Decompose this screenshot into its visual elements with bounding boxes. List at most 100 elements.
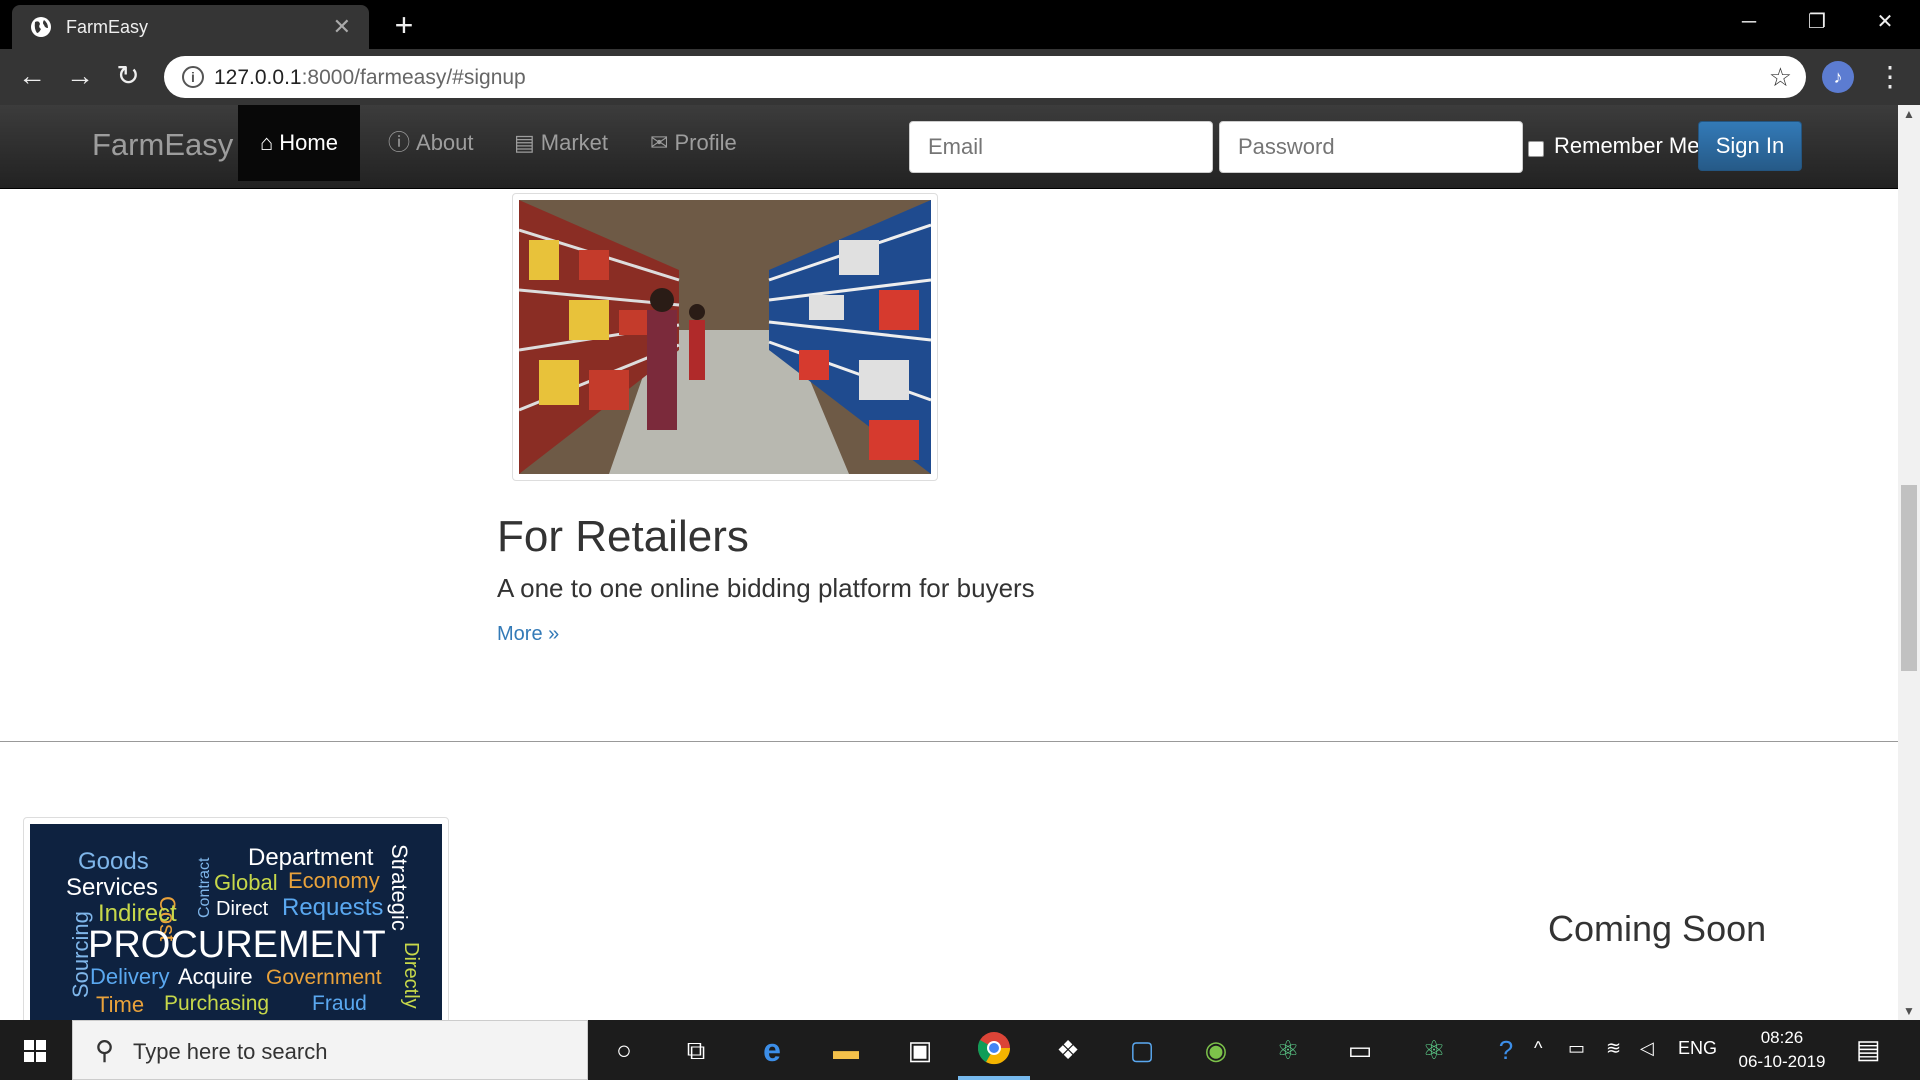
envelope-icon: ✉ (650, 130, 669, 155)
tray-chevron-icon[interactable]: ^ (1534, 1038, 1542, 1059)
url-text[interactable]: 127.0.0.1:8000/farmeasy/#signup (214, 66, 526, 90)
wifi-icon[interactable]: ≋ (1606, 1038, 1621, 1059)
volume-icon[interactable]: ◁ (1640, 1038, 1654, 1059)
nav-market[interactable]: ▤ Market (492, 105, 630, 181)
browser-tabstrip: FarmEasy ✕ + ─ ❐ ✕ (0, 0, 1920, 49)
minimize-button[interactable]: ─ (1716, 0, 1782, 44)
password-input[interactable] (1219, 121, 1523, 173)
word-fraud: Fraud (312, 992, 367, 1015)
scroll-down-icon[interactable]: ▼ (1898, 1002, 1920, 1020)
word-delivery: Delivery (90, 964, 170, 989)
retailers-more-link[interactable]: More » (497, 623, 559, 646)
nav-profile-label: Profile (674, 130, 737, 155)
chrome-active-indicator (958, 1076, 1030, 1080)
globe-icon (31, 17, 51, 37)
taskbar-clock[interactable]: 08:26 06-10-2019 (1730, 1026, 1834, 1074)
word-requests: Requests (282, 894, 384, 921)
retailers-heading: For Retailers (497, 512, 749, 561)
app-window-icon[interactable]: ▢ (1122, 1030, 1162, 1070)
bookmark-star-icon[interactable]: ☆ (1769, 62, 1792, 93)
brand-link[interactable]: FarmEasy (92, 127, 233, 163)
info-icon[interactable]: i (182, 66, 204, 88)
file-explorer-icon[interactable]: ▬ (826, 1030, 866, 1070)
remember-checkbox[interactable] (1528, 141, 1544, 157)
word-contract: Contract (196, 857, 213, 918)
nav-home-label: Home (279, 130, 338, 155)
profile-avatar[interactable]: ♪ (1822, 61, 1854, 93)
nav-about[interactable]: ⓘ About (366, 105, 496, 181)
word-procurement: PROCUREMENT (88, 924, 386, 966)
notification-icon[interactable]: ▤ (1856, 1034, 1881, 1065)
chrome-icon[interactable] (974, 1030, 1014, 1070)
remember-label: Remember Me (1554, 133, 1700, 158)
dropbox-icon[interactable]: ❖ (1048, 1030, 1088, 1070)
tab-title: FarmEasy (66, 16, 149, 37)
url-host: 127.0.0.1 (214, 66, 302, 89)
nav-profile[interactable]: ✉ Profile (628, 105, 759, 181)
supermarket-photo (519, 200, 931, 474)
nav-market-label: Market (540, 130, 609, 155)
reload-icon[interactable]: ↻ (108, 57, 148, 97)
restore-button[interactable]: ❐ (1784, 0, 1850, 44)
browser-tab[interactable]: FarmEasy ✕ (12, 5, 369, 49)
url-path: :8000/farmeasy/#signup (301, 66, 526, 89)
nav-about-label: About (416, 130, 474, 155)
info-circle-icon: ⓘ (388, 130, 411, 155)
coming-soon-heading: Coming Soon (1548, 908, 1767, 949)
procurement-wordcloud: Goods Department Strategic Services Cost… (30, 824, 442, 1020)
search-placeholder: Type here to search (133, 1039, 328, 1064)
scrollbar-thumb[interactable] (1901, 485, 1917, 671)
clock-date: 06-10-2019 (1738, 1052, 1826, 1071)
chrome-logo (977, 1032, 1011, 1065)
sign-in-button[interactable]: Sign In (1698, 121, 1802, 171)
word-direct: Direct (216, 898, 269, 920)
terminal-icon[interactable]: ▭ (1340, 1030, 1380, 1070)
email-input[interactable] (909, 121, 1213, 173)
retailers-description: A one to one online bidding platform for… (497, 573, 1035, 603)
forward-icon[interactable]: → (60, 57, 100, 97)
word-services: Services (66, 874, 159, 901)
home-icon: ⌂ (260, 130, 274, 155)
tab-close-icon[interactable]: ✕ (333, 14, 351, 40)
section-divider (0, 741, 1898, 742)
atom-icon[interactable]: ⚛ (1268, 1030, 1308, 1070)
browser-menu-icon[interactable]: ⋮ (1876, 57, 1904, 97)
scroll-up-icon[interactable]: ▲ (1898, 105, 1920, 123)
list-icon: ▤ (514, 130, 535, 155)
store-icon[interactable]: ▣ (900, 1030, 940, 1070)
taskbar-search[interactable]: ⚲ Type here to search (72, 1020, 588, 1080)
atom-icon-2[interactable]: ⚛ (1414, 1030, 1454, 1070)
windows-taskbar: ⚲ Type here to search ○ ⧉ e ▬ ▣ ❖ ▢ ◉ ⚛ … (0, 1020, 1920, 1080)
retailers-thumbnail (512, 193, 938, 481)
word-purchasing: Purchasing (164, 992, 270, 1015)
battery-icon[interactable]: ▭ (1568, 1038, 1585, 1059)
language-indicator[interactable]: ENG (1678, 1038, 1717, 1059)
start-button[interactable] (0, 1020, 70, 1080)
android-studio-icon[interactable]: ◉ (1196, 1030, 1236, 1070)
edge-icon[interactable]: e (752, 1030, 792, 1070)
word-global: Global (214, 870, 278, 895)
task-view-icon[interactable]: ⧉ (676, 1030, 716, 1070)
browser-toolbar: ← → ↻ i 127.0.0.1:8000/farmeasy/#signup … (0, 49, 1920, 105)
word-time: Time (96, 992, 145, 1017)
nav-home[interactable]: ⌂ Home (238, 105, 360, 181)
page-scrollbar[interactable]: ▲ ▼ (1898, 105, 1920, 1020)
back-icon[interactable]: ← (12, 57, 52, 97)
word-strategic: Strategic (387, 844, 412, 931)
cortana-icon[interactable]: ○ (604, 1030, 644, 1070)
search-icon: ⚲ (95, 1035, 115, 1065)
remember-me[interactable]: Remember Me (1528, 133, 1699, 159)
close-window-button[interactable]: ✕ (1852, 0, 1918, 44)
procurement-thumbnail: Goods Department Strategic Services Cost… (23, 817, 449, 1020)
site-navbar: FarmEasy ⌂Home ⓘAbout ▤Market ✉Profile R… (0, 105, 1898, 189)
address-bar[interactable]: i 127.0.0.1:8000/farmeasy/#signup ☆ (164, 56, 1806, 98)
supermarket-illustration (519, 200, 931, 474)
word-acquire: Acquire (178, 964, 253, 989)
new-tab-button[interactable]: + (386, 8, 422, 44)
page-viewport: FarmEasy ⌂Home ⓘAbout ▤Market ✉Profile R… (0, 105, 1898, 1020)
word-government: Government (266, 966, 382, 989)
word-economy: Economy (288, 868, 380, 893)
clock-time: 08:26 (1760, 1028, 1804, 1047)
help-icon[interactable]: ? (1486, 1030, 1526, 1070)
word-goods: Goods (78, 848, 149, 875)
